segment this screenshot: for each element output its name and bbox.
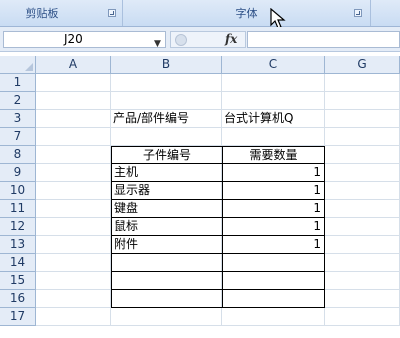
cell-c8-header[interactable]: 需要数量 xyxy=(222,146,325,164)
table-row-empty[interactable] xyxy=(111,290,223,308)
select-all-corner[interactable] xyxy=(0,56,36,74)
table-row-empty[interactable] xyxy=(111,254,223,272)
grid-cell[interactable] xyxy=(325,272,400,290)
grid-cell[interactable] xyxy=(111,74,222,92)
grid-cell[interactable] xyxy=(325,146,400,164)
grid-cell[interactable] xyxy=(36,128,111,146)
formula-buttons: fx xyxy=(170,31,246,48)
grid-cell[interactable] xyxy=(36,290,111,308)
grid-cell[interactable] xyxy=(222,74,325,92)
formula-options-icon[interactable] xyxy=(175,34,187,46)
grid-cell[interactable] xyxy=(36,74,111,92)
grid-cell[interactable] xyxy=(36,272,111,290)
grid-cell[interactable] xyxy=(325,218,400,236)
table-row-name[interactable]: 键盘 xyxy=(111,200,223,218)
row-header-12[interactable]: 12 xyxy=(0,218,36,236)
clipboard-dialog-launcher-icon[interactable] xyxy=(108,9,116,17)
grid-cell[interactable] xyxy=(325,128,400,146)
table-row-name[interactable]: 主机 xyxy=(111,164,223,182)
row-header-1[interactable]: 1 xyxy=(0,74,36,92)
row-header-3[interactable]: 3 xyxy=(0,110,36,128)
grid-cell[interactable] xyxy=(36,254,111,272)
row-header-17[interactable]: 17 xyxy=(0,308,36,326)
table-row-empty[interactable] xyxy=(222,290,325,308)
grid-cell[interactable] xyxy=(325,308,400,326)
formula-bar: J20 ▼ fx xyxy=(0,27,400,52)
clipboard-group-label: 剪贴板 xyxy=(25,7,59,20)
grid-cell[interactable] xyxy=(325,200,400,218)
table-row-qty[interactable]: 1 xyxy=(222,200,325,218)
row-header-14[interactable]: 14 xyxy=(0,254,36,272)
grid-cell[interactable] xyxy=(325,164,400,182)
row-header-13[interactable]: 13 xyxy=(0,236,36,254)
table-row-empty[interactable] xyxy=(111,272,223,290)
grid-cell[interactable] xyxy=(36,200,111,218)
row-header-11[interactable]: 11 xyxy=(0,200,36,218)
name-box[interactable]: J20 ▼ xyxy=(3,31,166,49)
grid-cell[interactable] xyxy=(36,218,111,236)
cell-b8-header[interactable]: 子件编号 xyxy=(111,146,223,164)
grid-cell[interactable] xyxy=(36,164,111,182)
ribbon-group-labels: 剪贴板 字体 xyxy=(0,0,400,27)
clipboard-group: 剪贴板 xyxy=(0,0,123,26)
table-row-qty[interactable]: 1 xyxy=(222,218,325,236)
insert-function-button[interactable]: fx xyxy=(225,32,237,46)
grid-cell[interactable] xyxy=(222,128,325,146)
grid-cell[interactable] xyxy=(36,236,111,254)
grid-cell[interactable] xyxy=(325,182,400,200)
column-header-b[interactable]: B xyxy=(111,56,222,74)
row-header-10[interactable]: 10 xyxy=(0,182,36,200)
column-header-a[interactable]: A xyxy=(36,56,111,74)
grid-cell[interactable] xyxy=(222,308,325,326)
grid-cell[interactable] xyxy=(325,290,400,308)
grid-cell[interactable] xyxy=(111,92,222,110)
grid-cell[interactable] xyxy=(36,92,111,110)
table-row-qty[interactable]: 1 xyxy=(222,182,325,200)
font-group-label: 字体 xyxy=(235,7,258,20)
grid-cell[interactable] xyxy=(36,110,111,128)
table-row-name[interactable]: 显示器 xyxy=(111,182,223,200)
grid-cell[interactable] xyxy=(111,308,222,326)
table-row-empty[interactable] xyxy=(222,272,325,290)
row-header-9[interactable]: 9 xyxy=(0,164,36,182)
cell-c3[interactable]: 台式计算机Q xyxy=(222,110,325,128)
row-header-8[interactable]: 8 xyxy=(0,146,36,164)
row-header-7[interactable]: 7 xyxy=(0,128,36,146)
row-header-16[interactable]: 16 xyxy=(0,290,36,308)
table-row-name[interactable]: 附件 xyxy=(111,236,223,254)
grid-cell[interactable] xyxy=(222,92,325,110)
font-dialog-launcher-icon[interactable] xyxy=(354,9,362,17)
grid-cell[interactable] xyxy=(325,92,400,110)
column-header-g[interactable]: G xyxy=(325,56,400,74)
table-row-name[interactable]: 鼠标 xyxy=(111,218,223,236)
grid-cell[interactable] xyxy=(36,146,111,164)
name-box-dropdown-icon[interactable]: ▼ xyxy=(154,37,161,52)
cell-b3[interactable]: 产品/部件编号 xyxy=(111,110,222,128)
grid-cell[interactable] xyxy=(325,254,400,272)
font-group: 字体 xyxy=(123,0,371,26)
table-row-qty[interactable]: 1 xyxy=(222,164,325,182)
table-row-empty[interactable] xyxy=(222,254,325,272)
row-header-2[interactable]: 2 xyxy=(0,92,36,110)
formula-input[interactable] xyxy=(247,31,400,48)
grid-cell[interactable] xyxy=(36,182,111,200)
grid-cell[interactable] xyxy=(36,308,111,326)
grid-cell[interactable] xyxy=(111,128,222,146)
row-header-15[interactable]: 15 xyxy=(0,272,36,290)
grid-cell[interactable] xyxy=(325,74,400,92)
name-box-value: J20 xyxy=(64,32,83,46)
grid-cell[interactable] xyxy=(325,110,400,128)
grid-cell[interactable] xyxy=(325,236,400,254)
table-row-qty[interactable]: 1 xyxy=(222,236,325,254)
column-header-c[interactable]: C xyxy=(222,56,325,74)
